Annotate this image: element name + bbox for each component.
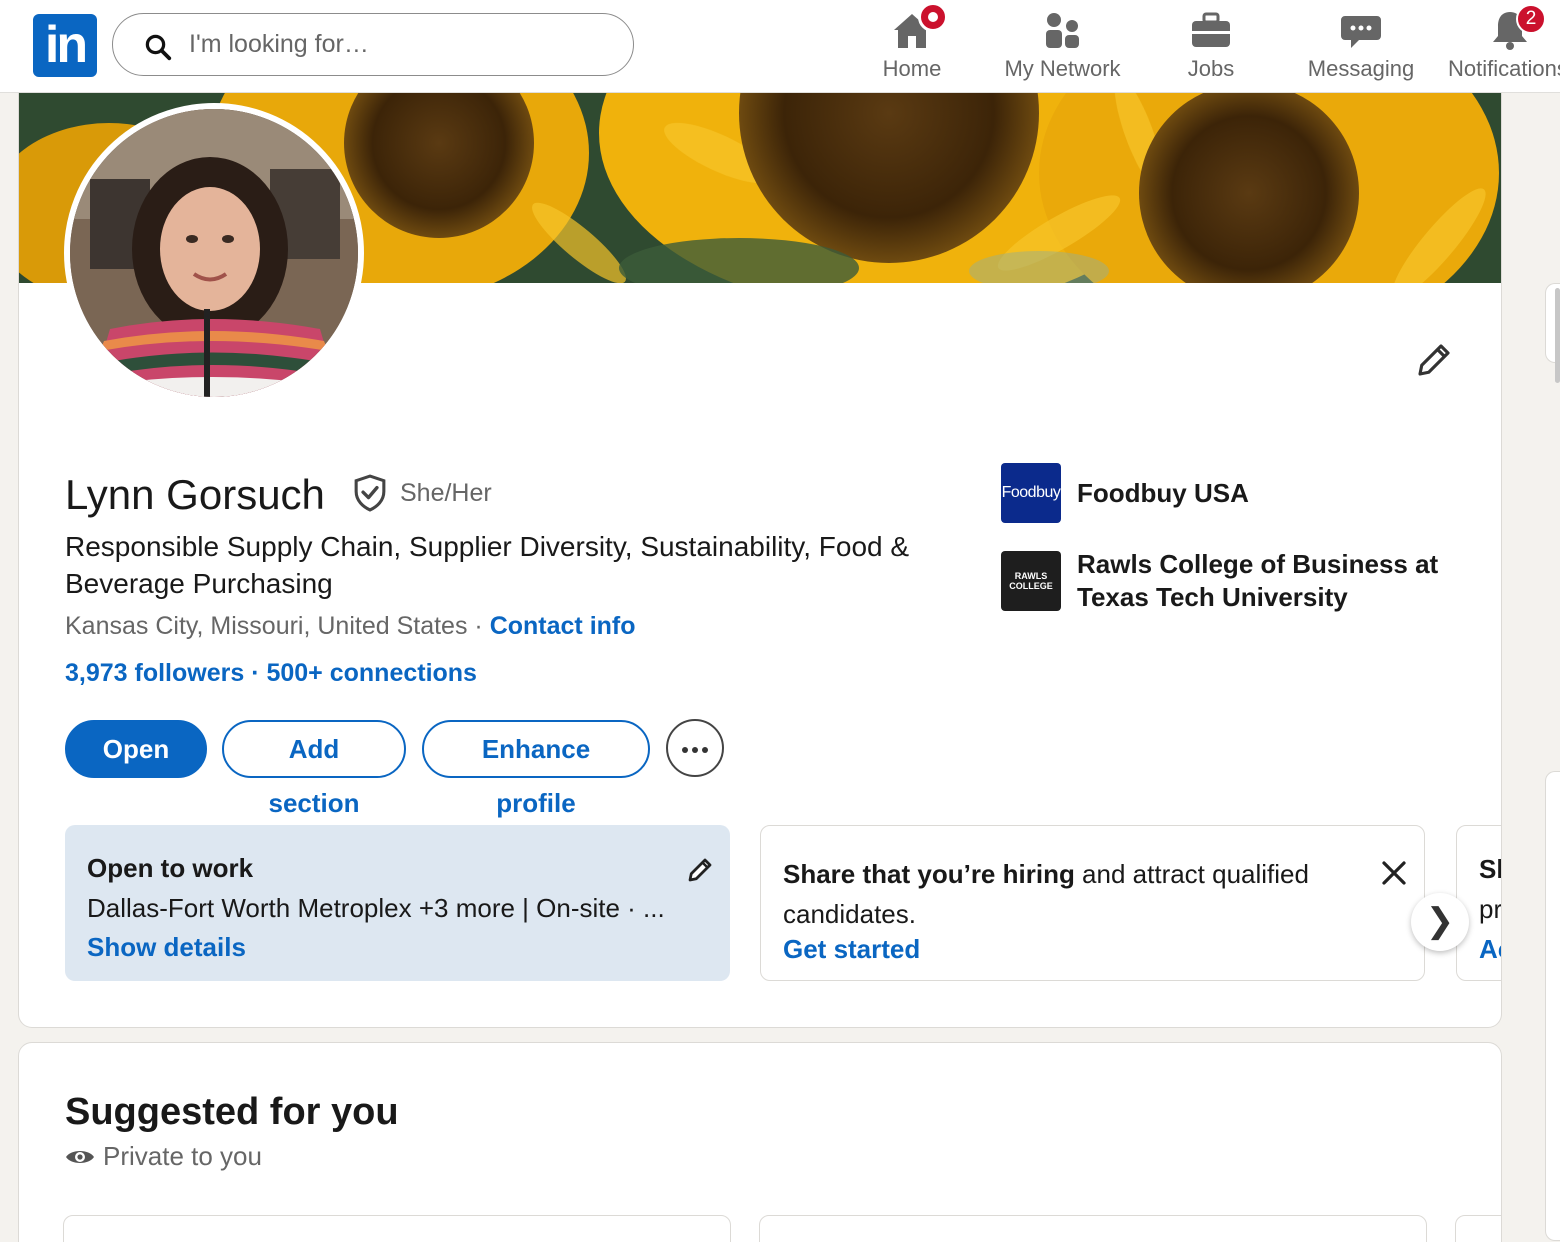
foodbuy-logo: Foodbuy (1001, 463, 1061, 523)
current-company[interactable]: Foodbuy Foodbuy USA (1001, 463, 1461, 523)
separator-dot: · (474, 612, 490, 640)
enhance-profile-button[interactable]: Enhance profile (422, 720, 650, 818)
add-section-button[interactable]: Add section (222, 720, 406, 818)
chat-icon (1341, 16, 1381, 48)
profile-location: Kansas City, Missouri, United States (65, 612, 468, 640)
more-actions-button[interactable] (666, 719, 724, 777)
education-school[interactable]: RAWLS COLLEGE Rawls College of Business … (1001, 548, 1461, 614)
contact-info-link[interactable]: Contact info (490, 612, 636, 640)
chevron-right-icon: ❯ (1425, 902, 1455, 940)
school-name: Rawls College of Business at Texas Tech … (1077, 549, 1439, 612)
profile-pronouns: She/Her (400, 479, 492, 507)
open-to-work-card: Open to work Dallas-Fort Worth Metroplex… (65, 825, 730, 981)
nav-my-network-label: My Network (1004, 56, 1121, 81)
notifications-count-badge: 2 (1516, 4, 1546, 34)
edit-intro-pencil-icon[interactable] (1413, 339, 1455, 381)
search-icon (145, 34, 172, 61)
nav-jobs[interactable]: Jobs (1170, 0, 1252, 92)
profile-name: Lynn Gorsuch (65, 471, 325, 518)
more-dot (702, 747, 708, 753)
peek-line-1: Sh (1479, 854, 1501, 884)
profile-headline: Responsible Supply Chain, Supplier Diver… (65, 531, 910, 599)
close-icon[interactable] (1379, 858, 1409, 888)
followers-connections-link[interactable]: 3,973 followers · 500+ connections (65, 659, 477, 688)
share-hiring-text: Share that you’re hiring and attract qua… (783, 854, 1343, 934)
carousel-next-button[interactable]: ❯ (1411, 893, 1469, 951)
right-rail-edge (1545, 93, 1560, 1242)
suggested-title: Suggested for you (65, 1091, 399, 1133)
profile-photo[interactable] (64, 103, 364, 403)
rawls-college-logo: RAWLS COLLEGE (1001, 551, 1061, 611)
nav-messaging[interactable]: Messaging (1300, 0, 1422, 92)
nav-home[interactable]: Home (862, 0, 962, 92)
peek-line-3: Ac (1479, 934, 1501, 964)
nav-home-label: Home (882, 56, 942, 81)
profile-photo-image (70, 109, 358, 397)
nav-jobs-label: Jobs (1187, 56, 1235, 81)
peek-line-2: pr (1479, 894, 1502, 924)
next-suggestion-card-peek[interactable]: Sh pr Ac (1456, 825, 1502, 981)
suggested-for-you-card: Suggested for you Private to you (18, 1042, 1502, 1242)
suggestion-card[interactable] (759, 1215, 1427, 1242)
more-dot (682, 747, 688, 753)
more-dot (692, 747, 698, 753)
show-details-link[interactable]: Show details (87, 932, 246, 963)
nav-notifications-label: Notifications (1448, 56, 1560, 81)
share-hiring-card: Share that you’re hiring and attract qua… (760, 825, 1425, 981)
people-icon (1045, 13, 1079, 48)
profile-location-row: Kansas City, Missouri, United States · C… (65, 612, 636, 641)
verified-shield-icon[interactable] (351, 473, 389, 513)
right-rail-card (1545, 771, 1560, 1241)
suggestion-card[interactable] (63, 1215, 731, 1242)
get-started-link[interactable]: Get started (783, 934, 920, 965)
profile-card: Lynn Gorsuch She/Her Responsible Supply … (18, 93, 1502, 1028)
suggestion-card[interactable] (1455, 1215, 1501, 1242)
nav-my-network[interactable]: My Network (995, 0, 1130, 92)
nav-messaging-label: Messaging (1307, 56, 1415, 81)
open-to-work-summary: Dallas-Fort Worth Metroplex +3 more | On… (87, 893, 665, 923)
eye-icon (66, 1151, 94, 1163)
nav-notifications[interactable]: 2 Notifications (1448, 0, 1560, 92)
search-bar[interactable] (112, 13, 634, 76)
share-hiring-bold: Share that you’re hiring (783, 859, 1075, 889)
open-to-work-title: Open to work (87, 853, 254, 883)
open-to-button[interactable]: Open to (65, 720, 207, 818)
briefcase-icon (1192, 12, 1230, 47)
company-name: Foodbuy USA (1077, 477, 1249, 508)
privacy-label: Private to you (103, 1141, 262, 1171)
linkedin-logo[interactable]: in (33, 14, 97, 77)
home-notification-dot (918, 2, 948, 32)
edit-open-to-work-pencil-icon[interactable] (685, 855, 715, 885)
global-nav: in Home My Network Jobs (0, 0, 1560, 93)
search-input[interactable] (189, 24, 609, 64)
scrollbar-thumb[interactable] (1555, 288, 1560, 383)
